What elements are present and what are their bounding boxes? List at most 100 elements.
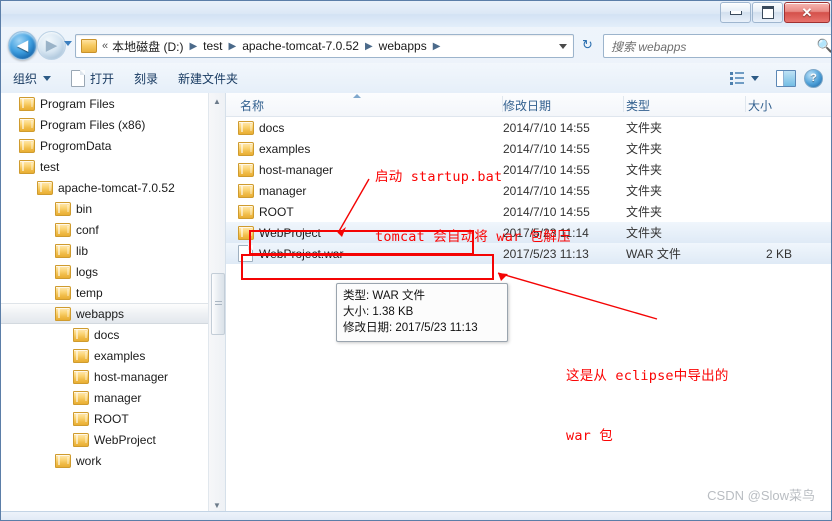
folder-icon [19,96,35,111]
annotation-note-right-line2: war 包 [566,428,614,444]
column-header-size[interactable]: 大小 [748,97,772,114]
column-header-date[interactable]: 修改日期 [503,97,551,114]
forward-button[interactable]: ▶ [37,31,66,60]
recent-pages-caret-icon[interactable] [64,41,72,46]
refresh-button[interactable]: ↻ [576,34,599,56]
annotation-note-top-line2: tomcat 会自动将 war 包解压 [375,229,571,245]
breadcrumb-item-1[interactable]: test [202,39,223,53]
breadcrumb-overflow-icon[interactable]: « [102,40,108,52]
close-icon: ✕ [801,5,813,20]
column-header-name[interactable]: 名称 [240,97,264,114]
breadcrumb: « 本地磁盘 (D:) ▶ test ▶ apache-tomcat-7.0.5… [101,38,445,55]
sort-ascending-icon [353,94,361,98]
folder-icon [55,264,71,279]
sidebar-item-logs[interactable]: logs [1,261,225,282]
file-size-cell: 2 KB [765,246,792,261]
help-icon: ? [810,72,817,84]
preview-pane-icon [777,70,784,86]
forward-arrow-icon: ▶ [45,37,58,54]
view-list-icon [730,71,745,85]
change-view-button[interactable] [725,66,764,90]
watermark: CSDN @Slow菜鸟 [707,488,815,503]
window-controls: ✕ [719,2,830,23]
sidebar-item-progromdata[interactable]: ProgromData [1,135,225,156]
sidebar-item-bin[interactable]: bin [1,198,225,219]
organize-button[interactable]: 组织 [5,66,59,90]
breadcrumb-item-2[interactable]: apache-tomcat-7.0.52 [241,39,360,53]
file-type-cell: 文件夹 [626,184,663,198]
sidebar-item-test[interactable]: test [1,156,225,177]
search-input[interactable]: 搜索 webapps 🔍 [603,34,832,58]
breadcrumb-chevron-icon: ▶ [189,40,198,52]
navigation-pane-scrollbar[interactable]: ▲ ▼ [208,93,225,514]
folder-icon [19,117,35,132]
file-type-cell: 文件夹 [626,226,663,240]
search-icon: 🔍 [816,38,832,53]
sidebar-item-examples[interactable]: examples [1,345,225,366]
scrollbar-thumb[interactable] [211,273,225,335]
sidebar-item-conf[interactable]: conf [1,219,225,240]
maximize-button[interactable] [752,2,783,23]
burn-button[interactable]: 刻录 [126,66,166,90]
sidebar-item-label: Program Files [40,96,115,111]
file-type-cell: WAR 文件 [626,247,681,261]
preview-pane-button[interactable] [776,69,796,87]
sidebar-item-docs[interactable]: docs [1,324,225,345]
folder-icon [19,138,35,153]
sidebar-item-label: conf [76,222,99,237]
scroll-up-button[interactable]: ▲ [209,93,225,110]
file-name-cell: docs [238,120,284,135]
new-folder-button[interactable]: 新建文件夹 [170,66,246,90]
annotation-note-top-line1: 启动 startup.bat [375,169,503,185]
folder-icon [238,141,254,156]
maximize-icon [761,6,774,19]
sidebar-item-label: bin [76,201,93,216]
sidebar-item-label: examples [94,348,146,363]
breadcrumb-item-0[interactable]: 本地磁盘 (D:) [111,38,184,55]
address-bar[interactable]: « 本地磁盘 (D:) ▶ test ▶ apache-tomcat-7.0.5… [75,34,574,58]
sidebar-item-root[interactable]: ROOT [1,408,225,429]
folder-icon [73,348,89,363]
back-button[interactable]: ◀ [8,31,37,60]
sidebar-item-webproject[interactable]: WebProject [1,429,225,450]
column-headers: 名称 修改日期 类型 大小 [226,93,831,117]
navigation-bar: ◀ ▶ « 本地磁盘 (D:) ▶ test ▶ apache-tomcat-7… [1,27,832,63]
sidebar-item-host-manager[interactable]: host-manager [1,366,225,387]
title-bar: ✕ [1,1,831,27]
minimize-icon [729,10,742,15]
folder-icon [37,180,53,195]
sidebar-item-program-files-x86-[interactable]: Program Files (x86) [1,114,225,135]
folder-icon [238,162,254,177]
column-header-type[interactable]: 类型 [626,97,650,114]
folder-icon [73,432,89,447]
file-name-cell: manager [238,183,307,198]
open-button[interactable]: 打开 [63,66,122,90]
sidebar-item-webapps[interactable]: webapps [1,303,225,324]
sidebar-item-label: logs [76,264,99,279]
sidebar-item-label: apache-tomcat-7.0.52 [58,180,175,195]
sidebar-item-apache-tomcat-7-0-52[interactable]: apache-tomcat-7.0.52 [1,177,225,198]
folder-icon [55,453,71,468]
folder-icon [81,39,97,53]
file-name-label: ROOT [259,204,294,219]
file-type-cell: 文件夹 [626,121,663,135]
sidebar-item-manager[interactable]: manager [1,387,225,408]
file-type-cell: 文件夹 [626,163,663,177]
toolbar-right-group: ? [725,66,827,90]
minimize-button[interactable] [720,2,751,23]
sidebar-item-temp[interactable]: temp [1,282,225,303]
annotation-note-right-line1: 这是从 eclipse中导出的 [566,368,729,384]
file-name-label: manager [259,183,307,198]
command-toolbar: 组织 打开 刻录 新建文件夹 ? [1,63,831,94]
sidebar-item-lib[interactable]: lib [1,240,225,261]
help-button[interactable]: ? [804,68,823,88]
sidebar-item-program-files[interactable]: Program Files [1,93,225,114]
close-button[interactable]: ✕ [784,2,830,23]
file-name-cell: examples [238,141,310,156]
tooltip-date: 修改日期: 2017/5/23 11:13 [343,322,478,334]
breadcrumb-item-3[interactable]: webapps [378,39,428,53]
address-dropdown-caret-icon[interactable] [559,43,567,49]
sidebar-item-work[interactable]: work [1,450,225,471]
navigation-pane: Program Files Program Files (x86) ProgromD… [1,93,226,514]
status-bar [1,511,831,520]
